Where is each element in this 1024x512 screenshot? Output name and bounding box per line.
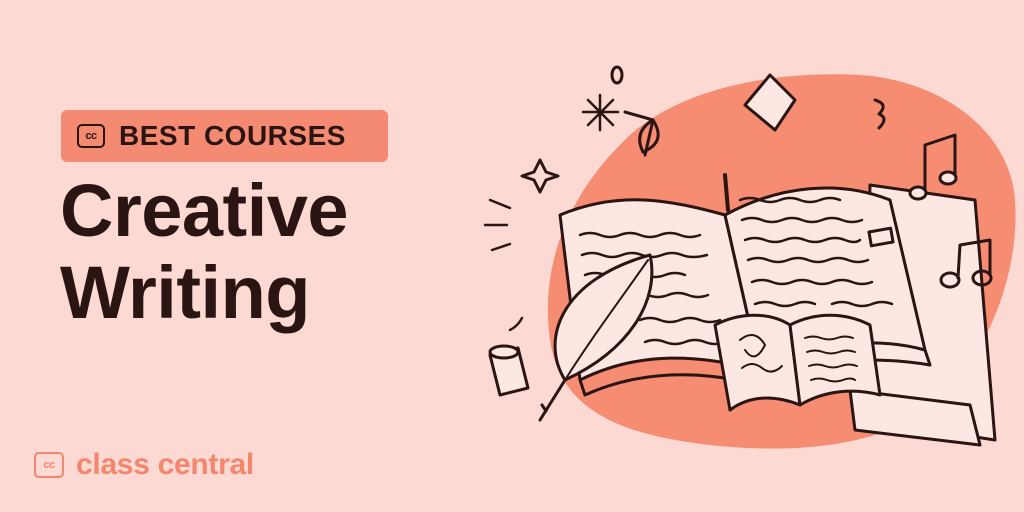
small-book <box>713 313 802 412</box>
brand-name: class central <box>76 448 254 481</box>
cc-icon: cc <box>77 124 105 148</box>
open-book-illustration <box>483 65 1016 449</box>
page-title: Creative Writing <box>60 169 349 334</box>
title-line-1: Creative <box>60 169 349 252</box>
sparkle-icon <box>520 158 560 194</box>
badge-label: BEST COURSES <box>119 120 346 151</box>
title-line-2: Writing <box>60 251 310 334</box>
class-central-logo: cc class central <box>34 448 254 482</box>
cc-icon: cc <box>34 452 64 478</box>
best-courses-badge: cc BEST COURSES <box>61 110 388 162</box>
star-burst-icon <box>581 93 620 132</box>
